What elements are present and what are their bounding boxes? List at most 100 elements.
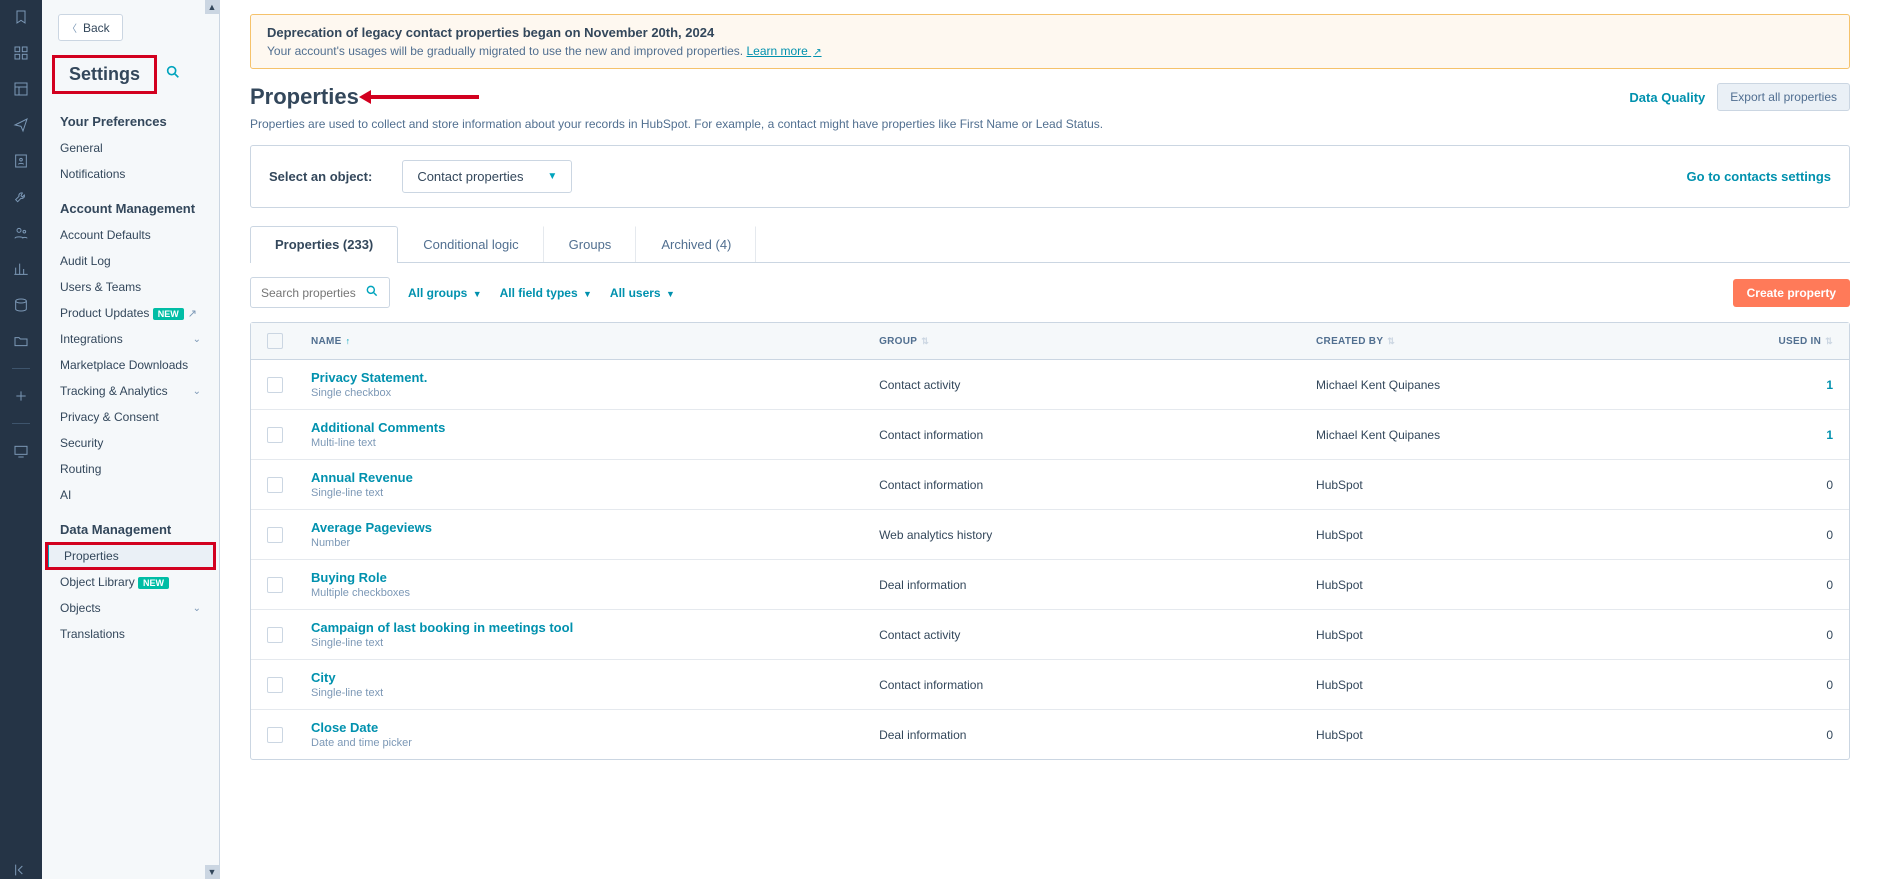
sidebar-item-label: Product Updates NEW↗ <box>60 306 197 320</box>
sidebar-item-general[interactable]: General <box>42 135 219 161</box>
row-checkbox[interactable] <box>267 627 283 643</box>
property-name-link[interactable]: Average Pageviews <box>311 520 432 535</box>
sidebar-item-objects[interactable]: Objects⌄ <box>42 595 219 621</box>
search-input-wrap[interactable] <box>250 277 390 308</box>
sidebar: ▲ 〈Back Settings Your PreferencesGeneral… <box>42 0 220 879</box>
annotation-arrow <box>369 95 479 99</box>
select-all-checkbox[interactable] <box>267 333 283 349</box>
sidebar-item-translations[interactable]: Translations <box>42 621 219 647</box>
cell-used: 0 <box>1753 678 1833 692</box>
external-link-icon: ↗ <box>188 308 197 320</box>
sidebar-item-object-library[interactable]: Object Library NEW <box>42 569 219 595</box>
header-group[interactable]: GROUP⇅ <box>879 333 1316 349</box>
row-checkbox[interactable] <box>267 527 283 543</box>
external-link-icon: ↗ <box>813 47 821 58</box>
scroll-up-icon[interactable]: ▲ <box>205 0 219 14</box>
tab-conditional-logic[interactable]: Conditional logic <box>398 226 543 262</box>
header-creator[interactable]: CREATED BY⇅ <box>1316 333 1753 349</box>
chevron-down-icon: ▼ <box>547 171 557 182</box>
banner-desc-wrap: Your account's usages will be gradually … <box>267 44 1833 58</box>
row-checkbox[interactable] <box>267 577 283 593</box>
plus-icon[interactable] <box>12 387 30 405</box>
object-label: Select an object: <box>269 169 372 184</box>
chevron-left-icon: 〈 <box>67 20 77 35</box>
banner-title: Deprecation of legacy contact properties… <box>267 25 1833 40</box>
object-selector-row: Select an object: Contact properties ▼ G… <box>250 145 1850 208</box>
tool-icon[interactable] <box>12 188 30 206</box>
sidebar-item-account-defaults[interactable]: Account Defaults <box>42 222 219 248</box>
row-checkbox[interactable] <box>267 677 283 693</box>
object-select[interactable]: Contact properties ▼ <box>402 160 572 193</box>
row-checkbox[interactable] <box>267 427 283 443</box>
cell-used[interactable]: 1 <box>1753 428 1833 442</box>
filter-groups[interactable]: All groups ▼ <box>408 286 482 300</box>
property-name-link[interactable]: Buying Role <box>311 570 410 585</box>
folder-icon[interactable] <box>12 332 30 350</box>
filter-types[interactable]: All field types ▼ <box>500 286 592 300</box>
sidebar-item-tracking-analytics[interactable]: Tracking & Analytics⌄ <box>42 378 219 404</box>
grid-icon[interactable] <box>12 44 30 62</box>
header-used[interactable]: USED IN⇅ <box>1753 333 1833 349</box>
chevron-down-icon: ⌄ <box>193 386 201 397</box>
property-name-link[interactable]: City <box>311 670 383 685</box>
search-icon[interactable] <box>165 64 181 85</box>
cell-creator: HubSpot <box>1316 678 1753 692</box>
table-row: Privacy Statement.Single checkboxContact… <box>251 360 1849 410</box>
sidebar-item-product-updates[interactable]: Product Updates NEW↗ <box>42 300 219 326</box>
collapse-icon[interactable] <box>12 861 30 879</box>
sidebar-item-privacy-consent[interactable]: Privacy & Consent <box>42 404 219 430</box>
users-icon[interactable] <box>12 224 30 242</box>
sidebar-item-label: Audit Log <box>60 254 111 268</box>
tab-properties-[interactable]: Properties (233) <box>250 226 398 263</box>
database-icon[interactable] <box>12 296 30 314</box>
highlight-box: Properties <box>46 543 215 569</box>
property-type: Number <box>311 537 432 549</box>
sidebar-item-notifications[interactable]: Notifications <box>42 161 219 187</box>
sidebar-item-routing[interactable]: Routing <box>42 456 219 482</box>
cell-group: Deal information <box>879 728 1316 742</box>
screen-icon[interactable] <box>12 442 30 460</box>
filter-users[interactable]: All users ▼ <box>610 286 675 300</box>
property-name-link[interactable]: Additional Comments <box>311 420 445 435</box>
header-name[interactable]: NAME↑ <box>311 333 879 349</box>
chart-icon[interactable] <box>12 260 30 278</box>
sidebar-item-properties[interactable]: Properties <box>46 543 215 569</box>
sidebar-item-integrations[interactable]: Integrations⌄ <box>42 326 219 352</box>
row-checkbox[interactable] <box>267 377 283 393</box>
layout-icon[interactable] <box>12 80 30 98</box>
data-quality-link[interactable]: Data Quality <box>1629 90 1705 105</box>
create-property-button[interactable]: Create property <box>1733 279 1850 307</box>
sidebar-item-users-teams[interactable]: Users & Teams <box>42 274 219 300</box>
property-name-link[interactable]: Annual Revenue <box>311 470 413 485</box>
back-button[interactable]: 〈Back <box>58 14 123 41</box>
cell-used[interactable]: 1 <box>1753 378 1833 392</box>
property-type: Multi-line text <box>311 437 445 449</box>
sidebar-item-audit-log[interactable]: Audit Log <box>42 248 219 274</box>
banner-desc: Your account's usages will be gradually … <box>267 44 743 58</box>
search-input[interactable] <box>261 286 357 300</box>
table-row: Annual RevenueSingle-line textContact in… <box>251 460 1849 510</box>
property-name-link[interactable]: Campaign of last booking in meetings too… <box>311 620 573 635</box>
property-type: Single-line text <box>311 487 413 499</box>
sidebar-item-marketplace-downloads[interactable]: Marketplace Downloads <box>42 352 219 378</box>
table-row: Close DateDate and time pickerDeal infor… <box>251 710 1849 759</box>
sidebar-item-ai[interactable]: AI <box>42 482 219 508</box>
tab-archived-[interactable]: Archived (4) <box>636 226 756 262</box>
go-to-settings-link[interactable]: Go to contacts settings <box>1687 169 1831 184</box>
sidebar-item-security[interactable]: Security <box>42 430 219 456</box>
learn-more-link[interactable]: Learn more ↗ <box>746 44 821 58</box>
contacts-icon[interactable] <box>12 152 30 170</box>
tab-groups[interactable]: Groups <box>544 226 637 262</box>
property-name-link[interactable]: Close Date <box>311 720 412 735</box>
property-name-link[interactable]: Privacy Statement. <box>311 370 427 385</box>
row-checkbox[interactable] <box>267 727 283 743</box>
main-content: Deprecation of legacy contact properties… <box>220 0 1880 879</box>
send-icon[interactable] <box>12 116 30 134</box>
property-type: Multiple checkboxes <box>311 587 410 599</box>
bookmark-icon[interactable] <box>12 8 30 26</box>
table-row: Additional CommentsMulti-line textContac… <box>251 410 1849 460</box>
export-button[interactable]: Export all properties <box>1717 83 1850 111</box>
scroll-down-icon[interactable]: ▼ <box>205 865 219 879</box>
chevron-down-icon: ⌄ <box>193 603 201 614</box>
row-checkbox[interactable] <box>267 477 283 493</box>
